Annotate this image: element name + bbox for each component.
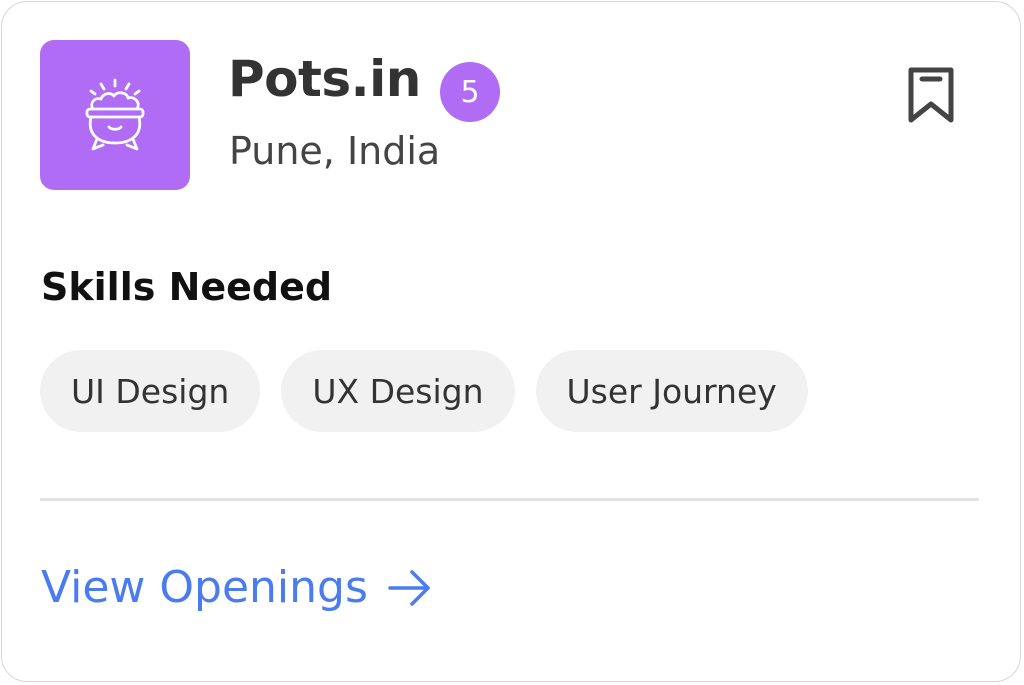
company-name: Pots.in (228, 50, 421, 108)
view-openings-label: View Openings (41, 562, 368, 613)
skills-list: UI Design UX Design User Journey (40, 350, 808, 432)
bookmark-icon (908, 67, 954, 123)
company-card: Pots.in 5 Pune, India Skills Needed UI D… (1, 1, 1021, 682)
company-logo (40, 40, 190, 190)
skill-chip: User Journey (535, 350, 808, 432)
bookmark-button[interactable] (905, 64, 957, 126)
arrow-right-icon (388, 570, 430, 606)
openings-count-badge: 5 (440, 62, 500, 122)
company-location: Pune, India (229, 129, 441, 173)
skill-chip: UI Design (40, 350, 261, 432)
skill-chip: UX Design (281, 350, 515, 432)
cauldron-pot-icon (85, 78, 145, 151)
view-openings-link[interactable]: View Openings (41, 564, 434, 612)
divider (40, 498, 979, 501)
skills-heading: Skills Needed (41, 265, 333, 309)
